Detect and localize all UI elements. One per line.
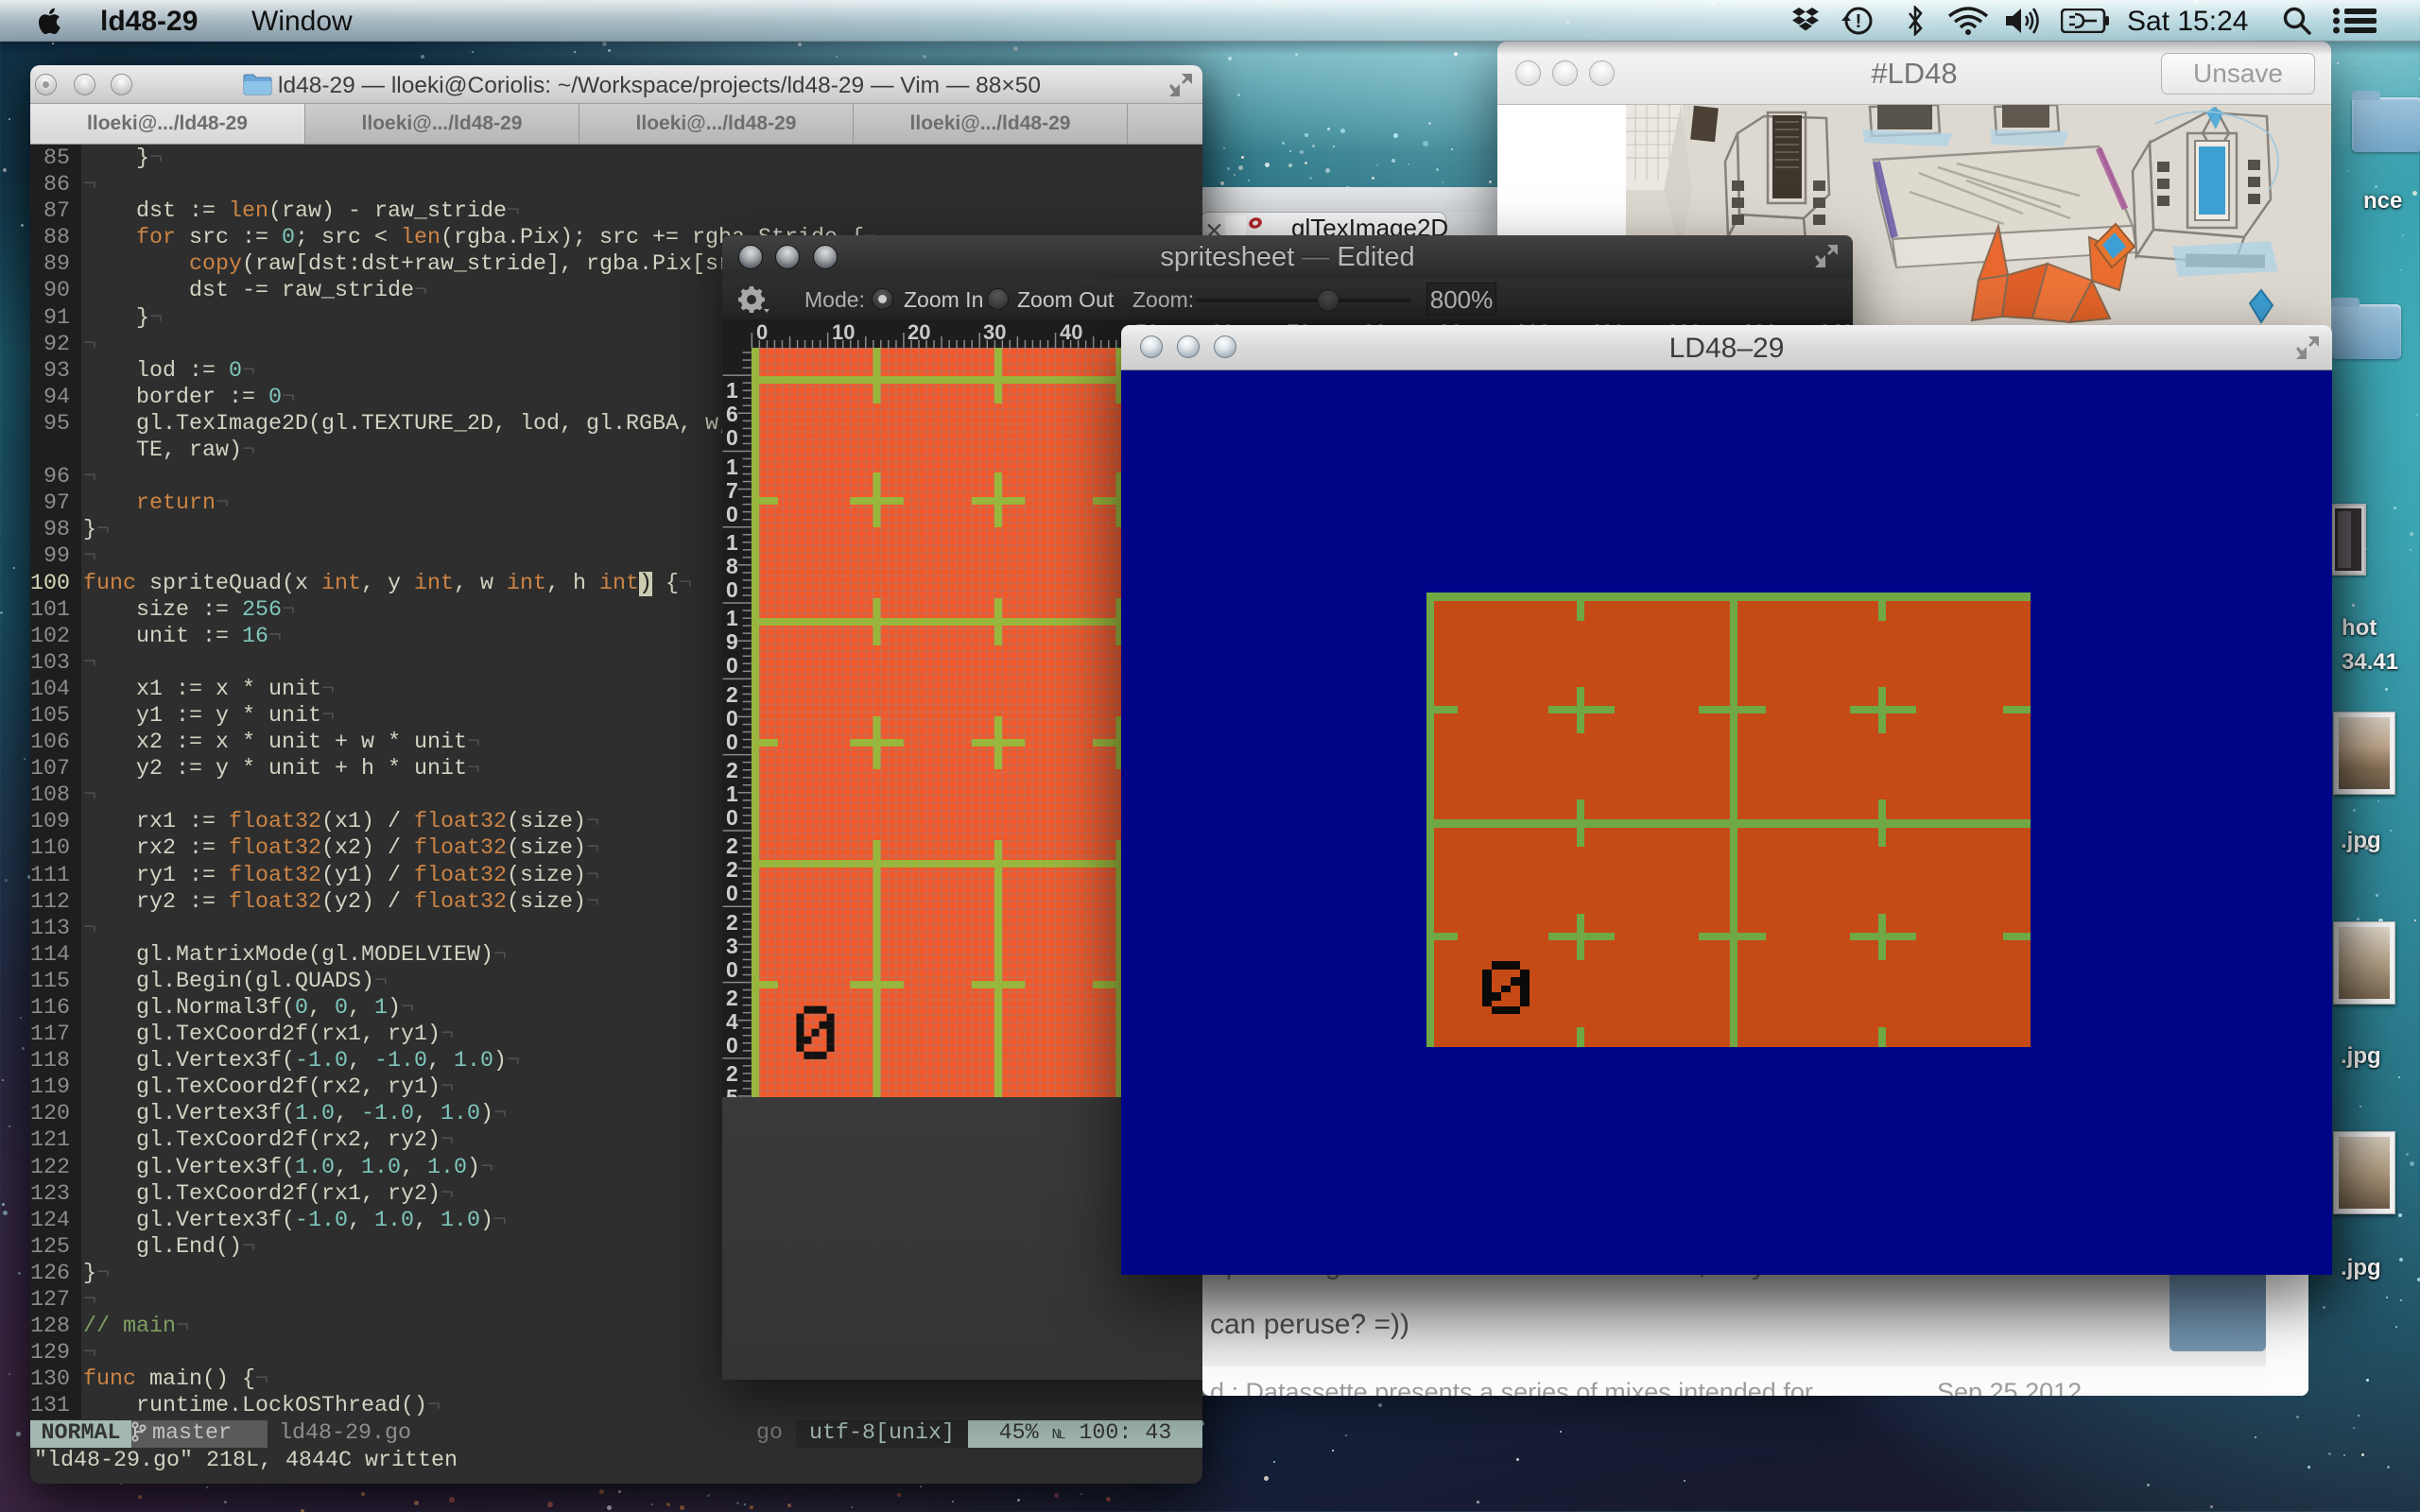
svg-text:!: ! <box>1856 11 1862 32</box>
